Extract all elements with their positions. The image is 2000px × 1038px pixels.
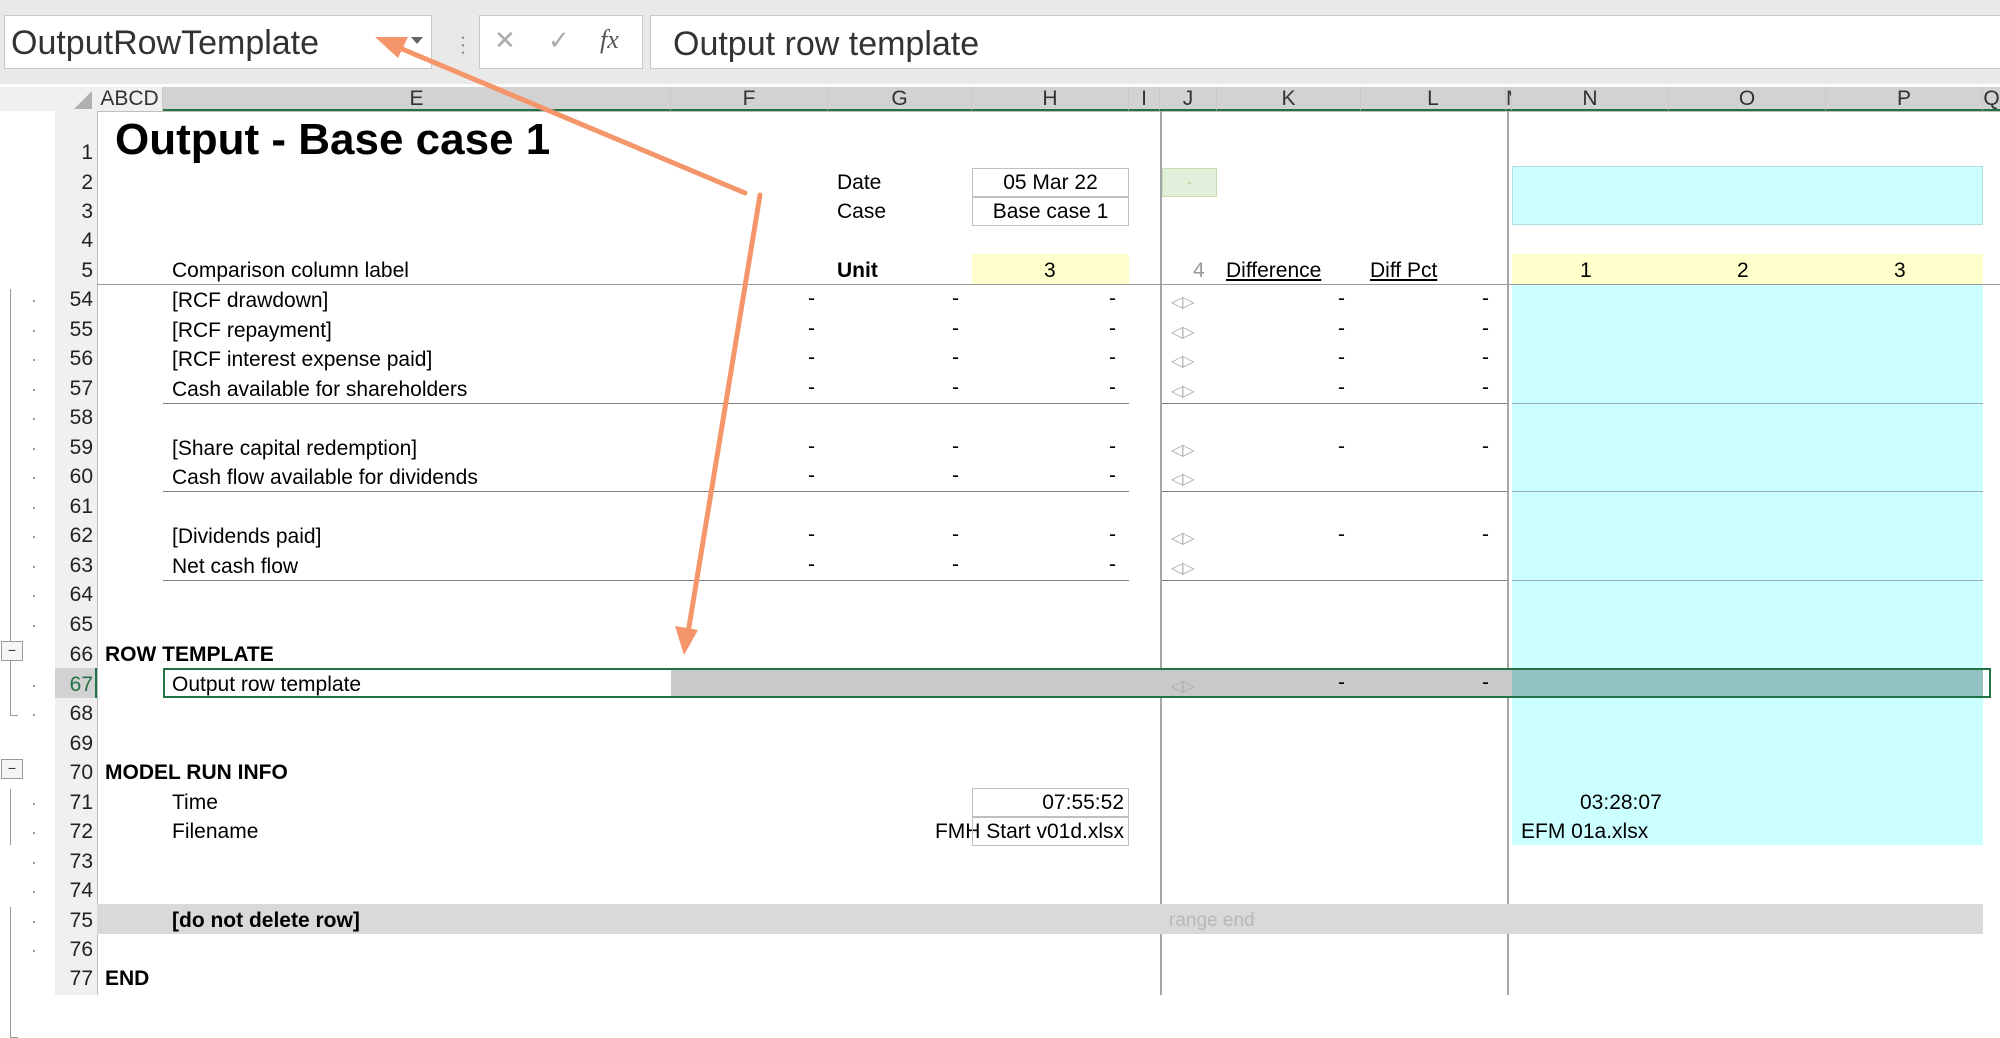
annotation-arrows bbox=[375, 37, 763, 655]
